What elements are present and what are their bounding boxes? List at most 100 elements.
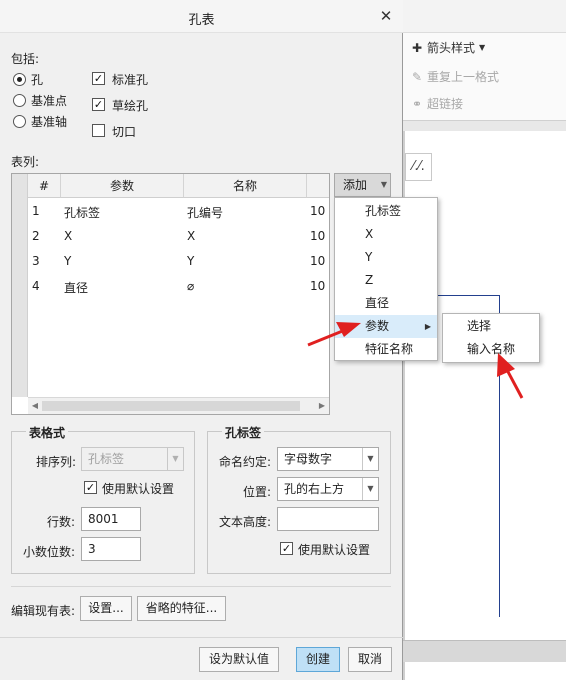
scroll-thumb[interactable] <box>42 401 300 411</box>
menu-item-diameter[interactable]: 直径 <box>335 292 437 315</box>
chevron-down-icon: ▼ <box>362 478 378 500</box>
submenu-arrow-icon: ▶ <box>424 322 431 331</box>
omitted-features-button[interactable]: 省略的特征... <box>137 596 226 621</box>
rows-input[interactable]: 8001 <box>81 507 141 531</box>
arrow-style-label: 箭头样式 <box>427 41 476 55</box>
menu-item-y[interactable]: Y <box>335 246 437 269</box>
row-extra: 10 <box>310 254 326 268</box>
table-format-title: 表格式 <box>26 424 69 441</box>
ribbon: ✚ 箭头样式 ▼ ✎ 重复上一格式 ⚭ 超链接 <box>403 33 566 121</box>
column-header-extra[interactable] <box>307 174 329 198</box>
submenu-item-select[interactable]: 选择 <box>443 315 539 338</box>
decimals-input[interactable]: 3 <box>81 537 141 561</box>
format-brush-icon: ✎ <box>411 69 423 84</box>
submenu-item-enter-name[interactable]: 输入名称 <box>443 338 539 361</box>
scroll-left-icon[interactable]: ◀ <box>30 401 40 410</box>
add-column-button-label: 添加 <box>343 178 368 192</box>
radio-datum-point-label: 基准点 <box>31 94 68 108</box>
row-parameter: Y <box>64 254 72 268</box>
naming-convention-select[interactable]: 字母数字 ▼ <box>277 447 379 471</box>
row-index: 3 <box>32 254 40 268</box>
check-standard-hole[interactable]: ✓ <box>92 72 105 85</box>
row-name: X <box>187 229 196 243</box>
table-columns-label: 表列: <box>11 155 40 169</box>
menu-item-hole-tag[interactable]: 孔标签 <box>335 200 437 223</box>
rows-label: 行数: <box>47 515 76 529</box>
graphics-toolbar-strip <box>403 121 566 131</box>
menu-item-z[interactable]: Z <box>335 269 437 292</box>
chevron-down-icon: ▼ <box>380 180 387 189</box>
menu-item-feature-name[interactable]: 特征名称 <box>335 338 437 361</box>
repeat-format-label: 重复上一格式 <box>427 70 500 84</box>
row-index: 4 <box>32 279 40 293</box>
arrow-style-icon: ✚ <box>411 40 423 55</box>
column-header-name[interactable]: 名称 <box>184 174 307 198</box>
row-name: 孔编号 <box>187 206 224 220</box>
sort-column-value: 孔标签 <box>88 452 125 466</box>
columns-table[interactable]: # 参数 名称 1 孔标签 孔编号 10 2 X X 10 3 Y Y 10 4… <box>11 173 330 415</box>
cancel-button[interactable]: 取消 <box>348 647 392 672</box>
position-value: 孔的右上方 <box>284 482 345 496</box>
settings-button[interactable]: 设置... <box>80 596 132 621</box>
parameter-submenu: 选择 输入名称 <box>442 313 540 363</box>
text-height-label: 文本高度: <box>219 515 272 529</box>
radio-hole-label: 孔 <box>31 73 44 87</box>
check-use-default-format[interactable]: ✓ <box>84 481 97 494</box>
column-header-index[interactable]: # <box>28 174 61 198</box>
link-icon: ⚭ <box>411 96 423 111</box>
row-parameter: 孔标签 <box>64 206 101 220</box>
ribbon-hyperlink[interactable]: ⚭ 超链接 <box>411 95 463 112</box>
radio-datum-point[interactable] <box>13 94 26 107</box>
ribbon-arrow-style[interactable]: ✚ 箭头样式 ▼ <box>411 39 485 56</box>
position-label: 位置: <box>243 485 272 499</box>
row-header-strip <box>12 174 28 397</box>
dialog-title: 孔表 <box>188 13 215 28</box>
dialog-title-bar: 孔表 ✕ <box>0 0 403 33</box>
edit-existing-table-label: 编辑现有表: <box>11 604 76 618</box>
check-cut[interactable] <box>92 124 105 137</box>
app-top-bar <box>403 0 566 33</box>
divider <box>11 586 391 587</box>
add-column-menu: 孔标签 X Y Z 直径 参数 ▶ 特征名称 <box>334 197 438 361</box>
hyperlink-label: 超链接 <box>427 97 464 111</box>
sort-column-label: 排序列: <box>36 455 77 469</box>
decimals-label: 小数位数: <box>23 545 76 559</box>
check-use-default-tag[interactable]: ✓ <box>280 542 293 555</box>
row-parameter: X <box>64 229 73 243</box>
row-extra: 10 <box>310 229 326 243</box>
chevron-down-icon: ▼ <box>479 43 486 52</box>
menu-item-parameter[interactable]: 参数 ▶ <box>335 315 437 338</box>
row-name: Y <box>187 254 195 268</box>
create-button[interactable]: 创建 <box>296 647 340 672</box>
text-height-input[interactable] <box>277 507 379 531</box>
menu-item-x[interactable]: X <box>335 223 437 246</box>
radio-hole[interactable] <box>13 73 26 86</box>
include-label: 包括: <box>11 52 40 66</box>
chevron-down-icon: ▼ <box>167 448 183 470</box>
naming-convention-value: 字母数字 <box>284 452 333 466</box>
sketch-tool-icon[interactable]: ⁄.⁄. <box>405 153 432 181</box>
menu-item-parameter-label: 参数 <box>365 319 390 333</box>
chevron-down-icon: ▼ <box>362 448 378 470</box>
row-index: 2 <box>32 229 40 243</box>
close-icon[interactable]: ✕ <box>377 7 395 25</box>
row-extra: 10 <box>310 279 326 293</box>
position-select[interactable]: 孔的右上方 ▼ <box>277 477 379 501</box>
status-bar <box>403 640 566 662</box>
hole-tag-title: 孔标签 <box>222 424 265 441</box>
drawing-line-horizontal <box>438 295 500 296</box>
footer-divider <box>0 637 403 638</box>
set-default-button[interactable]: 设为默认值 <box>199 647 279 672</box>
use-default-format-label: 使用默认设置 <box>102 482 175 496</box>
check-sketched-hole[interactable]: ✓ <box>92 98 105 111</box>
sort-column-select[interactable]: 孔标签 ▼ <box>81 447 184 471</box>
radio-datum-axis[interactable] <box>13 115 26 128</box>
check-cut-label: 切口 <box>112 125 137 139</box>
scroll-right-icon[interactable]: ▶ <box>317 401 327 410</box>
row-name: ⌀ <box>187 279 195 293</box>
ribbon-repeat-format[interactable]: ✎ 重复上一格式 <box>411 68 499 85</box>
check-sketched-hole-label: 草绘孔 <box>112 99 149 113</box>
column-header-parameter[interactable]: 参数 <box>61 174 184 198</box>
table-horizontal-scrollbar[interactable]: ◀ ▶ <box>28 397 329 414</box>
add-column-button[interactable]: 添加 ▼ <box>334 173 391 197</box>
